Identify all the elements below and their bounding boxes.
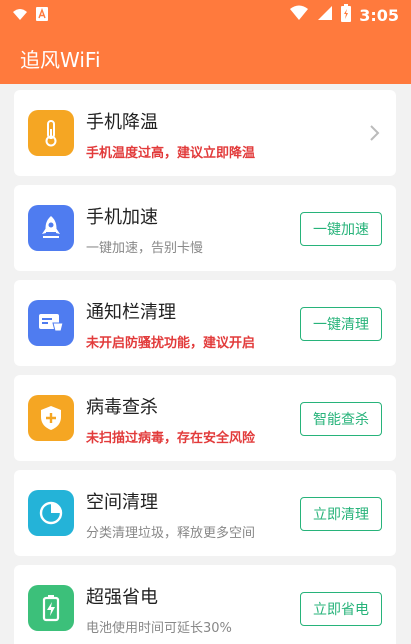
card-title: 超强省电	[86, 587, 158, 608]
battery-save-icon	[28, 585, 74, 631]
status-bar: 3:05	[0, 0, 411, 30]
card-subtitle: 电池使用时间可延长30%	[86, 621, 232, 636]
card-subtitle: 手机温度过高，建议立即降温	[86, 146, 256, 161]
card-space-clean: 空间清理 分类清理垃圾，释放更多空间 立即清理	[14, 470, 396, 556]
card-subtitle: 未开启防骚扰功能，建议开启	[86, 336, 256, 351]
wifi-icon	[12, 6, 28, 25]
card-phone-speedup: 手机加速 一键加速，告别卡慢 一键加速	[14, 185, 396, 271]
pie-chart-icon	[28, 490, 74, 536]
virus-scan-button[interactable]: 智能查杀	[300, 402, 382, 436]
clean-notifications-button[interactable]: 一键清理	[300, 307, 382, 341]
card-title: 空间清理	[86, 492, 158, 513]
chevron-right-icon	[364, 122, 384, 144]
wifi-signal-icon	[289, 5, 309, 25]
card-phone-cooling[interactable]: 手机降温 手机温度过高，建议立即降温	[14, 90, 396, 176]
power-save-button[interactable]: 立即省电	[300, 592, 382, 626]
card-title: 通知栏清理	[86, 302, 176, 323]
speedup-button[interactable]: 一键加速	[300, 212, 382, 246]
space-clean-button[interactable]: 立即清理	[300, 497, 382, 531]
status-time: 3:05	[359, 5, 399, 25]
card-subtitle: 未扫描过病毒，存在安全风险	[86, 431, 256, 446]
app-bar: 追风WiFi	[0, 30, 411, 84]
card-subtitle: 一键加速，告别卡慢	[86, 241, 204, 256]
card-subtitle: 分类清理垃圾，释放更多空间	[86, 526, 256, 541]
card-title: 手机加速	[86, 207, 158, 228]
rocket-icon	[28, 205, 74, 251]
app-notification-icon	[36, 6, 48, 25]
thermometer-icon	[28, 110, 74, 156]
card-title: 病毒查杀	[86, 397, 158, 418]
card-virus-scan: 病毒查杀 未扫描过病毒，存在安全风险 智能查杀	[14, 375, 396, 461]
battery-icon	[341, 4, 352, 26]
app-title: 追风WiFi	[20, 48, 101, 72]
shield-icon	[28, 395, 74, 441]
card-title: 手机降温	[86, 112, 158, 133]
signal-icon	[317, 5, 333, 25]
notification-clean-icon	[28, 300, 74, 346]
card-power-save: 超强省电 电池使用时间可延长30% 立即省电	[14, 565, 396, 644]
card-notification-clean: 通知栏清理 未开启防骚扰功能，建议开启 一键清理	[14, 280, 396, 366]
